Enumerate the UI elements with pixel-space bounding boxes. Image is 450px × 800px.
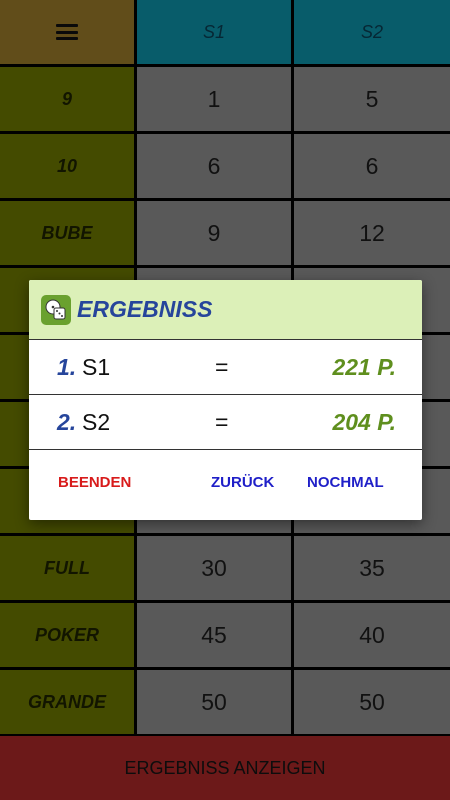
dialog-actions: BEENDEN ZURÜCK NOCHMAL	[29, 450, 422, 520]
result-rank: 2.	[57, 408, 77, 435]
dialog-header: ERGEBNISS	[29, 280, 422, 340]
quit-button[interactable]: BEENDEN	[58, 474, 131, 491]
dialog-title: ERGEBNISS	[77, 296, 213, 322]
result-row: 2. S2 = 204 P.	[29, 395, 422, 450]
back-button[interactable]: ZURÜCK	[211, 474, 274, 491]
result-dialog: ERGEBNISS 1. S1 = 221 P. 2. S2 = 204 P. …	[29, 280, 422, 520]
show-result-button[interactable]: ERGEBNISS ANZEIGEN	[0, 736, 450, 800]
dice-icon	[41, 294, 71, 325]
result-equals: =	[215, 408, 229, 435]
result-row: 1. S1 = 221 P.	[29, 340, 422, 395]
result-player-name: S2	[82, 408, 111, 435]
result-points: 221 P.	[332, 353, 396, 380]
result-rank: 1.	[57, 353, 77, 380]
result-player-name: S1	[82, 353, 111, 380]
result-points: 204 P.	[332, 408, 396, 435]
play-again-button[interactable]: NOCHMAL	[307, 474, 384, 491]
result-equals: =	[215, 353, 229, 380]
